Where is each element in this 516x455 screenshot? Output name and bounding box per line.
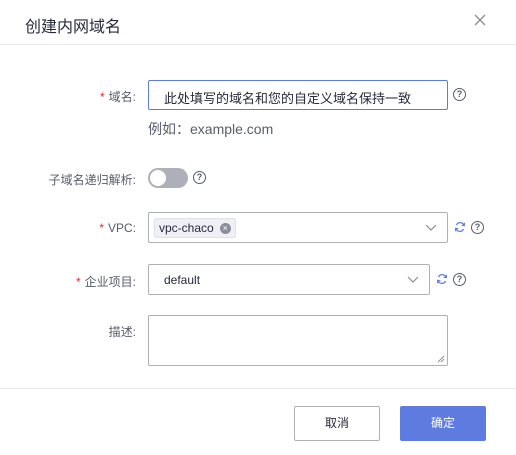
toggle-knob (150, 170, 166, 186)
domain-label: 域名: (108, 90, 136, 104)
domain-input[interactable]: 此处填写的域名和您的自定义域名保持一致 (148, 80, 448, 110)
enterprise-project-label-wrap: * 企业项目: (76, 273, 136, 290)
confirm-button[interactable]: 确定 (400, 406, 486, 441)
vpc-selected-tag: vpc-chaco × (154, 218, 236, 238)
vpc-label: VPC: (107, 221, 136, 235)
recursive-toggle[interactable] (148, 168, 188, 188)
domain-label-wrap: * 域名: (100, 88, 136, 105)
required-mark: * (99, 90, 105, 104)
help-icon[interactable]: ? (193, 171, 206, 184)
enterprise-project-label: 企业项目: (84, 275, 136, 289)
refresh-icon[interactable] (454, 221, 466, 233)
required-mark: * (99, 221, 104, 235)
chevron-down-icon (407, 276, 419, 283)
enterprise-project-value: default (164, 273, 201, 287)
domain-example: 例如：example.com (148, 121, 274, 137)
recursive-label: 子域名递归解析: (48, 173, 136, 187)
dialog-title: 创建内网域名 (25, 19, 122, 36)
refresh-icon[interactable] (436, 273, 448, 285)
help-icon[interactable]: ? (453, 273, 466, 286)
description-textarea[interactable] (148, 315, 448, 366)
help-icon[interactable]: ? (471, 221, 484, 234)
cancel-button[interactable]: 取消 (294, 406, 380, 441)
chevron-down-icon (425, 224, 437, 231)
vpc-tag-label: vpc-chaco (159, 221, 214, 235)
close-circle-icon[interactable]: × (219, 222, 231, 234)
help-icon[interactable]: ? (453, 88, 466, 101)
required-mark: * (75, 275, 81, 289)
header-divider (0, 44, 516, 45)
resize-handle-icon[interactable] (437, 355, 445, 363)
enterprise-project-select[interactable]: default (148, 264, 430, 295)
description-label: 描述: (108, 325, 136, 339)
vpc-label-wrap: * VPC: (99, 221, 136, 235)
close-icon[interactable] (472, 12, 488, 28)
create-private-domain-dialog: 创建内网域名 * 域名: 此处填写的域名和您的自定义域名保持一致 ? 例如：exa… (0, 0, 516, 455)
footer-divider (0, 388, 516, 389)
domain-input-value: 此处填写的域名和您的自定义域名保持一致 (164, 91, 412, 106)
dialog-header: 创建内网域名 (0, 0, 516, 45)
